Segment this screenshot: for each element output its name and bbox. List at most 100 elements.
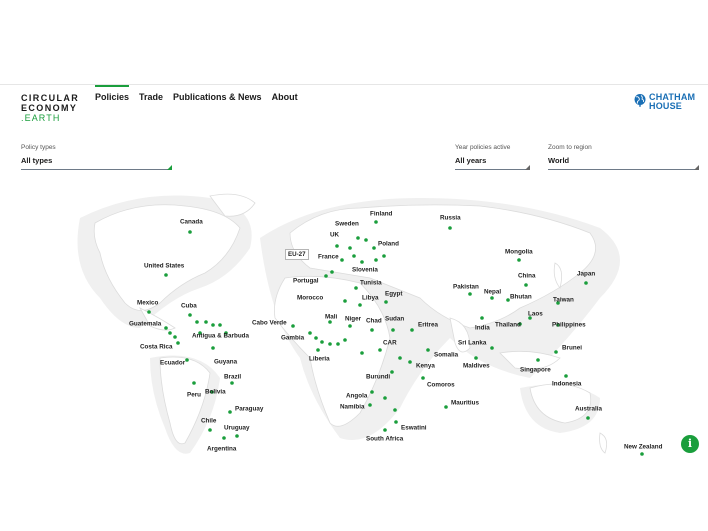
dot-brazil[interactable] xyxy=(230,381,234,385)
dot-niger[interactable] xyxy=(348,324,352,328)
dot-gambia[interactable] xyxy=(308,331,312,335)
dot-paraguay[interactable] xyxy=(228,410,232,414)
dot-pakistan[interactable] xyxy=(468,292,472,296)
label-brazil[interactable]: Brazil xyxy=(224,374,241,381)
dot-westafrica-2[interactable] xyxy=(320,340,324,344)
label-laos[interactable]: Laos xyxy=(528,311,543,318)
label-poland[interactable]: Poland xyxy=(378,241,399,248)
label-egypt[interactable]: Egypt xyxy=(385,291,403,298)
label-japan[interactable]: Japan xyxy=(577,271,595,278)
dot-europe-2[interactable] xyxy=(348,246,352,250)
dot-eritrea[interactable] xyxy=(410,328,414,332)
label-portugal[interactable]: Portugal xyxy=(293,278,319,285)
dot-russia[interactable] xyxy=(448,226,452,230)
label-peru[interactable]: Peru xyxy=(187,392,201,399)
dot-india[interactable] xyxy=(480,316,484,320)
dot-slovenia[interactable] xyxy=(374,258,378,262)
dot-angola[interactable] xyxy=(370,390,374,394)
label-finland[interactable]: Finland xyxy=(370,211,392,218)
dot-guyana[interactable] xyxy=(211,346,215,350)
dot-uruguay[interactable] xyxy=(235,434,239,438)
label-kenya[interactable]: Kenya xyxy=(416,363,435,370)
dot-southafrica-1[interactable] xyxy=(383,396,387,400)
dot-chile[interactable] xyxy=(208,428,212,432)
dot-europe-4[interactable] xyxy=(360,260,364,264)
label-libya[interactable]: Libya xyxy=(362,295,378,302)
dot-burundi[interactable] xyxy=(390,370,394,374)
label-canada[interactable]: Canada xyxy=(180,219,203,226)
dot-cuba[interactable] xyxy=(188,313,192,317)
dot-morocco[interactable] xyxy=(343,299,347,303)
dot-china[interactable] xyxy=(524,283,528,287)
label-india[interactable]: India xyxy=(475,325,490,332)
label-chile[interactable]: Chile xyxy=(201,418,216,425)
label-chad[interactable]: Chad xyxy=(366,318,382,325)
dot-mauritius[interactable] xyxy=(444,405,448,409)
dot-somalia[interactable] xyxy=(426,348,430,352)
dot-egypt[interactable] xyxy=(384,300,388,304)
label-slovenia[interactable]: Slovenia xyxy=(352,267,378,274)
dot-united-states[interactable] xyxy=(164,273,168,277)
label-thailand[interactable]: Thailand xyxy=(495,322,521,329)
dot-mongolia[interactable] xyxy=(517,258,521,262)
label-indonesia[interactable]: Indonesia xyxy=(552,381,581,388)
dot-europe-1[interactable] xyxy=(364,238,368,242)
label-tunisia[interactable]: Tunisia xyxy=(360,280,382,287)
dot-japan[interactable] xyxy=(584,281,588,285)
dot-europe-5[interactable] xyxy=(382,254,386,258)
dot-centralafrica-1[interactable] xyxy=(360,351,364,355)
label-antigua-barbuda[interactable]: Antigua & Barbuda xyxy=(192,333,249,340)
dot-sri-lanka[interactable] xyxy=(490,346,494,350)
label-guyana[interactable]: Guyana xyxy=(214,359,237,366)
label-china[interactable]: China xyxy=(518,273,536,280)
label-costa-rica[interactable]: Costa Rica xyxy=(140,344,173,351)
label-eritrea[interactable]: Eritrea xyxy=(418,322,438,329)
dot-mexico[interactable] xyxy=(147,310,151,314)
label-maldives[interactable]: Maldives xyxy=(463,363,490,370)
label-niger[interactable]: Niger xyxy=(345,316,361,323)
dot-finland[interactable] xyxy=(374,220,378,224)
label-eswatini[interactable]: Eswatini xyxy=(401,425,427,432)
dot-sweden[interactable] xyxy=(356,236,360,240)
dot-caribbean-2[interactable] xyxy=(204,320,208,324)
label-new-zealand[interactable]: New Zealand xyxy=(624,444,663,451)
label-paraguay[interactable]: Paraguay xyxy=(235,406,263,413)
dot-guatemala[interactable] xyxy=(164,326,168,330)
label-united-states[interactable]: United States xyxy=(144,263,184,270)
dot-france[interactable] xyxy=(340,258,344,262)
dot-poland[interactable] xyxy=(372,246,376,250)
dot-new-zealand[interactable] xyxy=(640,452,644,456)
label-bolivia[interactable]: Bolivia xyxy=(205,389,226,396)
label-comoros[interactable]: Comoros xyxy=(427,382,455,389)
dot-westafrica-5[interactable] xyxy=(343,338,347,342)
label-namibia[interactable]: Namibia xyxy=(340,404,365,411)
dot-southafrica-2[interactable] xyxy=(393,408,397,412)
label-australia[interactable]: Australia xyxy=(575,406,602,413)
dot-car[interactable] xyxy=(378,348,382,352)
dot-caribbean-1[interactable] xyxy=(195,320,199,324)
dot-maldives[interactable] xyxy=(474,356,478,360)
dot-singapore[interactable] xyxy=(536,358,540,362)
dot-libya[interactable] xyxy=(358,303,362,307)
dot-ecuador[interactable] xyxy=(185,358,189,362)
dot-nepal[interactable] xyxy=(490,296,494,300)
dot-cabo-verde[interactable] xyxy=(291,324,295,328)
policy-dots[interactable] xyxy=(0,0,708,531)
dot-canada[interactable] xyxy=(188,230,192,234)
dot-peru[interactable] xyxy=(192,381,196,385)
info-icon[interactable]: i xyxy=(681,435,699,453)
dot-liberia[interactable] xyxy=(316,348,320,352)
label-cuba[interactable]: Cuba xyxy=(181,303,197,310)
dot-europe-3[interactable] xyxy=(352,254,356,258)
label-guatemala[interactable]: Guatemala xyxy=(129,321,161,328)
label-ecuador[interactable]: Ecuador xyxy=(160,360,185,367)
label-singapore[interactable]: Singapore xyxy=(520,367,551,374)
dot-costa-rica[interactable] xyxy=(176,341,180,345)
label-mauritius[interactable]: Mauritius xyxy=(451,400,479,407)
dot-eastafrica-1[interactable] xyxy=(398,356,402,360)
dot-tunisia[interactable] xyxy=(354,286,358,290)
label-somalia[interactable]: Somalia xyxy=(434,352,458,359)
label-nepal[interactable]: Nepal xyxy=(484,289,501,296)
label-france[interactable]: France xyxy=(318,254,339,261)
dot-eswatini[interactable] xyxy=(394,420,398,424)
